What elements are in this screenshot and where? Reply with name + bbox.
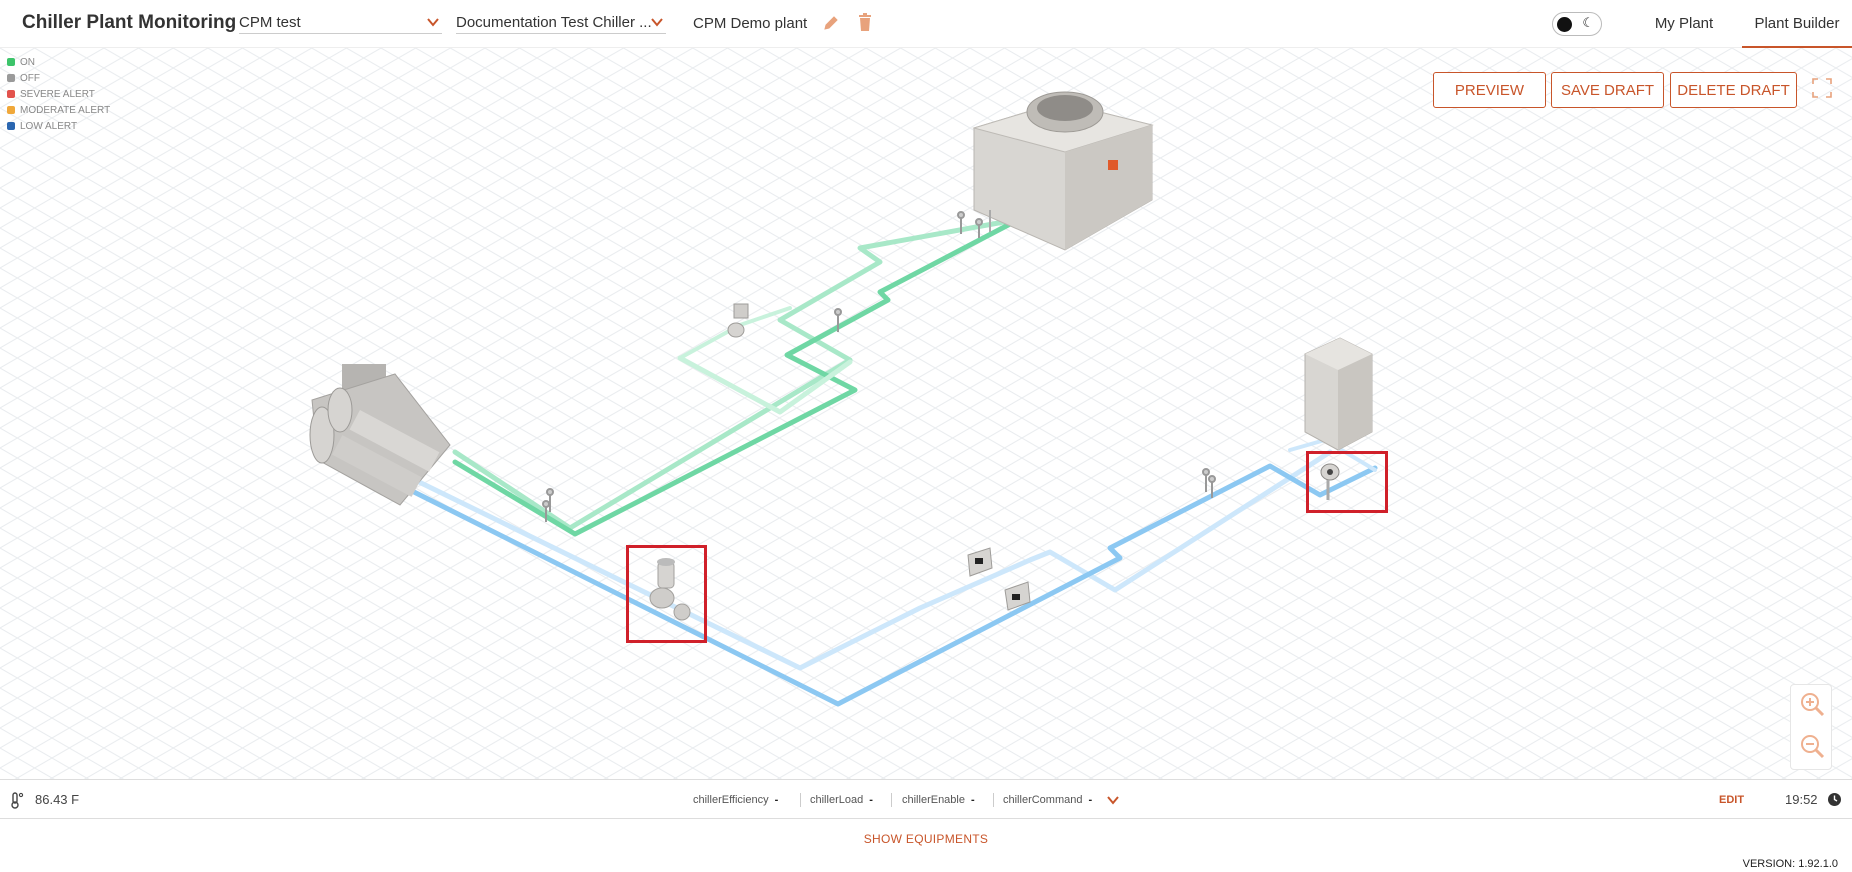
temperature-value: 86.43 F: [35, 792, 80, 807]
metric-value: -: [774, 794, 779, 806]
legend-swatch: [7, 122, 15, 130]
legend-item-on: ON: [7, 54, 110, 70]
metric-value: -: [869, 794, 873, 806]
legend-swatch: [7, 74, 15, 82]
site-select-value: CPM test: [239, 14, 301, 31]
current-time: 19:52: [1785, 792, 1818, 807]
zoom-out-icon[interactable]: [1799, 733, 1825, 759]
metric-chiller-load: chillerLoad -: [810, 794, 873, 806]
version-label: VERSION: 1.92.1.0: [1742, 858, 1838, 870]
pencil-icon[interactable]: [822, 14, 840, 32]
clock-icon: [1828, 793, 1841, 806]
metric-name: chillerEfficiency: [693, 794, 769, 806]
legend-item-low: LOW ALERT: [7, 118, 110, 134]
status-legend: ON OFF SEVERE ALERT MODERATE ALERT LOW A…: [7, 54, 110, 134]
plant-canvas[interactable]: [0, 48, 1852, 779]
metric-divider: [800, 793, 801, 807]
legend-swatch: [7, 90, 15, 98]
tab-my-plant[interactable]: My Plant: [1628, 0, 1740, 48]
trash-icon[interactable]: [857, 13, 873, 32]
thermometer-icon: [11, 792, 24, 809]
edit-link[interactable]: EDIT: [1719, 794, 1744, 806]
status-bar: 86.43 F chillerEfficiency - chillerLoad - …: [0, 779, 1852, 819]
delete-draft-button[interactable]: DELETE DRAFT: [1670, 72, 1797, 108]
tab-plant-builder[interactable]: Plant Builder: [1742, 0, 1852, 48]
legend-item-off: OFF: [7, 70, 110, 86]
metric-chiller-command: chillerCommand -: [1003, 794, 1092, 806]
legend-label: SEVERE ALERT: [20, 88, 95, 100]
zoom-in-icon[interactable]: [1799, 691, 1825, 717]
selected-equipment-highlight: [626, 545, 707, 643]
app-title: Chiller Plant Monitoring: [22, 12, 237, 33]
metric-divider: [993, 793, 994, 807]
legend-label: LOW ALERT: [20, 120, 78, 132]
isometric-grid: [0, 48, 1852, 779]
top-bar: Chiller Plant Monitoring CPM test Docume…: [0, 0, 1852, 48]
legend-item-moderate: MODERATE ALERT: [7, 102, 110, 118]
save-draft-button[interactable]: SAVE DRAFT: [1551, 72, 1664, 108]
metric-chiller-enable: chillerEnable -: [902, 794, 975, 806]
selected-equipment-highlight: [1306, 451, 1388, 513]
fullscreen-icon[interactable]: [1812, 78, 1832, 98]
plant-select-value: Documentation Test Chiller ...: [456, 14, 652, 31]
legend-swatch: [7, 106, 15, 114]
show-equipments-button[interactable]: SHOW EQUIPMENTS: [0, 832, 1852, 846]
legend-label: MODERATE ALERT: [20, 104, 111, 116]
theme-toggle[interactable]: ☾: [1552, 12, 1602, 36]
zoom-controls: [1790, 684, 1832, 770]
chevron-down-icon: [427, 18, 439, 27]
plant-name: CPM Demo plant: [693, 15, 808, 32]
site-select[interactable]: CPM test: [239, 12, 442, 34]
plant-select[interactable]: Documentation Test Chiller ...: [456, 12, 666, 34]
metric-value: -: [970, 794, 975, 806]
legend-item-severe: SEVERE ALERT: [7, 86, 110, 102]
metric-chiller-efficiency: chillerEfficiency -: [693, 794, 778, 806]
chevron-down-icon[interactable]: [1106, 794, 1120, 806]
legend-label: OFF: [20, 72, 40, 84]
building[interactable]: [1304, 337, 1373, 451]
metric-divider: [891, 793, 892, 807]
metric-value: -: [1088, 794, 1093, 806]
chevron-down-icon: [651, 18, 663, 27]
moon-icon: ☾: [1582, 16, 1594, 31]
toggle-knob: [1557, 17, 1572, 32]
legend-swatch: [7, 58, 15, 66]
preview-button[interactable]: PREVIEW: [1433, 72, 1546, 108]
metric-name: chillerCommand: [1003, 794, 1083, 806]
metric-name: chillerLoad: [810, 794, 864, 806]
metric-name: chillerEnable: [902, 794, 965, 806]
legend-label: ON: [20, 56, 35, 68]
